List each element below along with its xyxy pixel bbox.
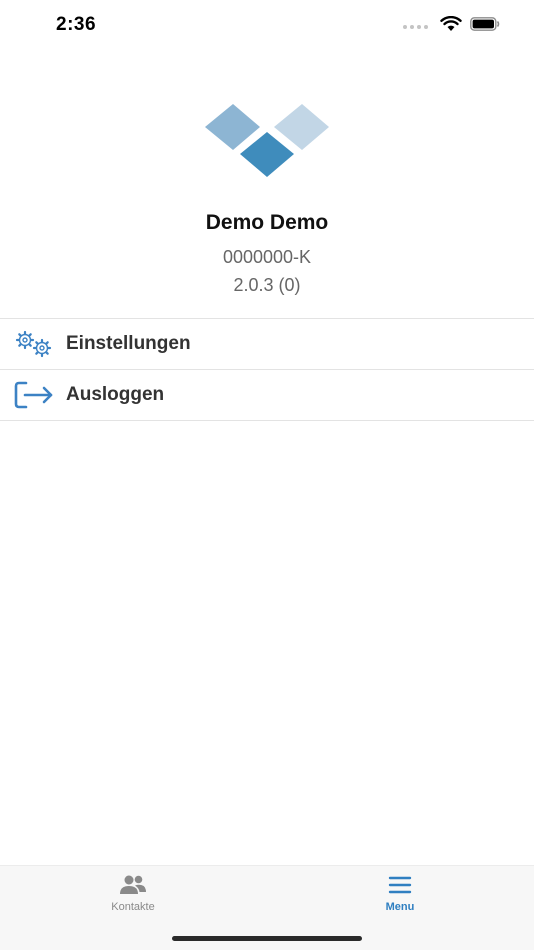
menu-item-logout-label: Ausloggen xyxy=(66,384,165,405)
status-bar: 2:36 xyxy=(0,0,534,50)
home-indicator xyxy=(172,936,362,941)
app-version: 2.0.3 (0) xyxy=(233,275,301,295)
status-time: 2:36 xyxy=(56,14,97,35)
tab-kontakte[interactable]: Kontakte xyxy=(63,874,203,913)
tab-kontakte-label: Kontakte xyxy=(111,901,155,913)
menu-list: Einstellungen Ausloggen xyxy=(0,318,534,421)
gears-icon xyxy=(0,319,66,370)
app-logo xyxy=(205,104,329,177)
users-icon xyxy=(120,875,146,894)
profile-name: Demo Demo xyxy=(205,211,329,234)
logout-icon xyxy=(0,370,66,421)
menu-item-settings[interactable]: Einstellungen xyxy=(0,319,534,370)
menu-item-settings-label: Einstellungen xyxy=(66,333,191,354)
signal-icon xyxy=(403,25,428,29)
profile-id: 0000000-K xyxy=(222,247,312,267)
logo-diamond-left xyxy=(205,104,260,150)
logo-diamond-bottom xyxy=(240,132,294,177)
hamburger-icon xyxy=(388,876,412,894)
wifi-icon xyxy=(440,16,462,31)
tab-menu-label: Menu xyxy=(385,901,415,913)
status-icons xyxy=(403,16,500,32)
menu-item-logout[interactable]: Ausloggen xyxy=(0,370,534,421)
tab-menu[interactable]: Menu xyxy=(330,874,470,913)
battery-icon xyxy=(470,17,500,31)
logo-diamond-right xyxy=(274,104,329,150)
